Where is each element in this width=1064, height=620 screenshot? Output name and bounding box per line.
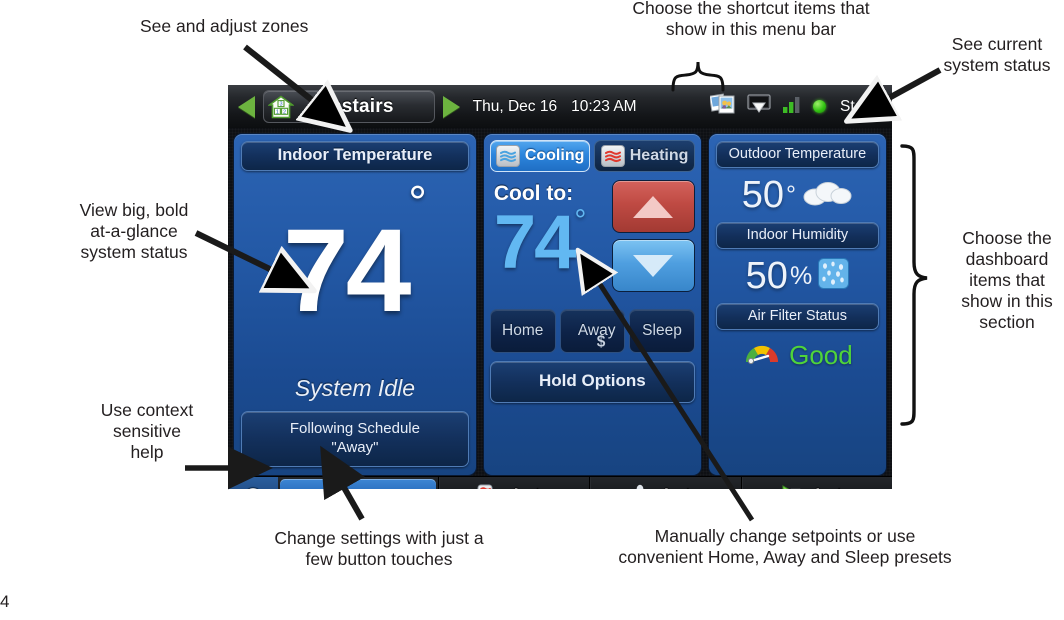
setpoint-value-group: 74° xyxy=(494,204,612,301)
cloud-icon xyxy=(801,179,853,212)
annotation-dashboard-items: Choose the dashboard items that show in … xyxy=(961,228,1053,332)
air-cleaner-mode-button[interactable]: Auto Air Cleaner Mode xyxy=(740,477,892,489)
outdoor-temperature-value: 50 xyxy=(741,173,785,216)
top-menu-bar: 3 1 2 Upstairs Thu, Dec 16 10:23 AM Stat… xyxy=(228,85,892,129)
preset-sleep-label: Sleep xyxy=(642,322,682,339)
status-label[interactable]: Status xyxy=(840,98,884,116)
hold-options-button[interactable]: Hold Options xyxy=(489,361,695,403)
tab-cooling[interactable]: Cooling xyxy=(489,140,591,172)
air-filter-status-value: Good xyxy=(789,339,853,370)
system-mode-icon xyxy=(476,483,502,489)
bottom-toolbar: ? Help Menu xyxy=(228,476,892,489)
menu-button[interactable]: Menu xyxy=(280,479,436,489)
triangle-right-icon xyxy=(442,95,460,118)
preset-buttons: Home $ Away Sleep xyxy=(489,309,695,353)
air-cleaner-mode-value: Auto xyxy=(811,485,854,489)
system-state-label: System Idle xyxy=(294,375,415,401)
annotation-menu: Change settings with just a few button t… xyxy=(274,528,484,569)
question-mark-icon: ? xyxy=(245,484,262,489)
heating-wave-icon xyxy=(600,145,625,167)
annotation-setpoints: Manually change setpoints or use conveni… xyxy=(618,526,952,567)
arrow-up-icon xyxy=(633,195,674,218)
setpoint-degree: ° xyxy=(574,204,587,237)
zone-selector-button[interactable]: 3 1 2 Upstairs xyxy=(263,90,435,123)
tab-heating-label: Heating xyxy=(629,147,689,164)
tab-heating[interactable]: Heating xyxy=(594,140,695,172)
status-tray: Status xyxy=(708,92,892,122)
increase-setpoint-button[interactable] xyxy=(611,180,695,233)
mode-tabs: Cooling Heating xyxy=(489,140,695,172)
brace-dashboard xyxy=(900,144,928,426)
annotation-help: Use context sensitive help xyxy=(100,400,194,462)
outdoor-temperature-reading: 50 ° xyxy=(716,168,879,222)
preset-sleep-button[interactable]: Sleep xyxy=(629,309,695,353)
system-mode-button[interactable]: Auto System Mode xyxy=(438,477,589,489)
schedule-status-button[interactable]: Following Schedule "Away" xyxy=(241,411,469,467)
degree-symbol: ° xyxy=(408,176,427,228)
fan-mode-value: Auto xyxy=(659,485,702,489)
pictures-icon[interactable] xyxy=(708,92,737,122)
decrease-setpoint-button[interactable] xyxy=(611,239,695,292)
thermostat-device: 3 1 2 Upstairs Thu, Dec 16 10:23 AM Stat… xyxy=(228,85,892,489)
outdoor-temperature-header: Outdoor Temperature xyxy=(715,141,879,168)
arrow-down-icon xyxy=(633,254,674,277)
schedule-status-line2: "Away" xyxy=(331,439,379,456)
indoor-humidity-reading: 50% xyxy=(716,249,879,303)
air-cleaner-icon xyxy=(780,484,804,489)
screensaver-icon[interactable] xyxy=(746,92,773,121)
indoor-temperature-value: 74 xyxy=(283,205,411,337)
humidity-droplets-icon xyxy=(818,258,850,294)
setpoint-display: Cool to: 74° xyxy=(490,179,612,301)
indoor-temperature-reading: 74 ° xyxy=(241,167,469,375)
signal-bars-icon[interactable] xyxy=(782,94,804,119)
zone-name-label: Upstairs xyxy=(316,95,394,117)
previous-zone-button[interactable] xyxy=(236,94,258,120)
preset-away-label: Away xyxy=(577,322,616,339)
setpoint-panel: Cooling Heating Cool to: 74° Home $ Away… xyxy=(482,133,702,476)
indoor-temperature-panel: Indoor Temperature 74 ° System Idle Foll… xyxy=(233,133,477,476)
air-filter-status-reading: Good xyxy=(716,330,879,380)
annotation-system-status: See current system status xyxy=(943,34,1051,75)
annotation-zones: See and adjust zones xyxy=(140,16,309,36)
next-zone-button[interactable] xyxy=(441,94,463,120)
tab-cooling-label: Cooling xyxy=(524,147,585,164)
help-button[interactable]: ? Help xyxy=(228,477,278,489)
fan-icon xyxy=(628,484,652,489)
preset-home-label: Home xyxy=(502,322,544,339)
setpoint-value: 74 xyxy=(493,200,577,285)
indoor-humidity-value: 50 xyxy=(745,254,788,297)
indoor-humidity-header: Indoor Humidity xyxy=(715,222,879,249)
svg-text:1: 1 xyxy=(276,109,279,115)
indoor-humidity-unit: % xyxy=(789,261,813,290)
dashboard-items-panel: Outdoor Temperature 50 ° Indoor Humidity … xyxy=(707,133,887,476)
dashboard: Indoor Temperature 74 ° System Idle Foll… xyxy=(228,128,892,476)
preset-home-button[interactable]: Home xyxy=(489,309,556,353)
house-zone-icon: 3 1 2 xyxy=(267,95,295,119)
air-filter-status-header: Air Filter Status xyxy=(715,303,879,330)
time-label: 10:23 AM xyxy=(571,97,637,115)
svg-text:3: 3 xyxy=(279,101,282,107)
svg-text:2: 2 xyxy=(283,109,286,115)
annotation-at-a-glance: View big, bold at-a-glance system status xyxy=(79,200,189,262)
preset-away-button[interactable]: $ Away xyxy=(559,309,626,353)
cooling-wave-icon xyxy=(495,145,520,167)
setpoint-row: Cool to: 74° xyxy=(490,179,695,301)
fan-mode-button[interactable]: Auto Fan Mode xyxy=(589,477,740,489)
date-label: Thu, Dec 16 xyxy=(472,97,558,115)
outdoor-temperature-unit: ° xyxy=(786,180,797,209)
schedule-status-line1: Following Schedule xyxy=(289,420,420,437)
page-number: 4 xyxy=(0,592,10,611)
system-mode-value: Auto xyxy=(509,485,552,489)
annotation-shortcuts: Choose the shortcut items that show in t… xyxy=(632,0,870,39)
gauge-icon xyxy=(742,340,782,371)
setpoint-steppers xyxy=(611,179,695,301)
triangle-left-icon xyxy=(238,95,255,118)
status-indicator-dot xyxy=(813,100,827,113)
